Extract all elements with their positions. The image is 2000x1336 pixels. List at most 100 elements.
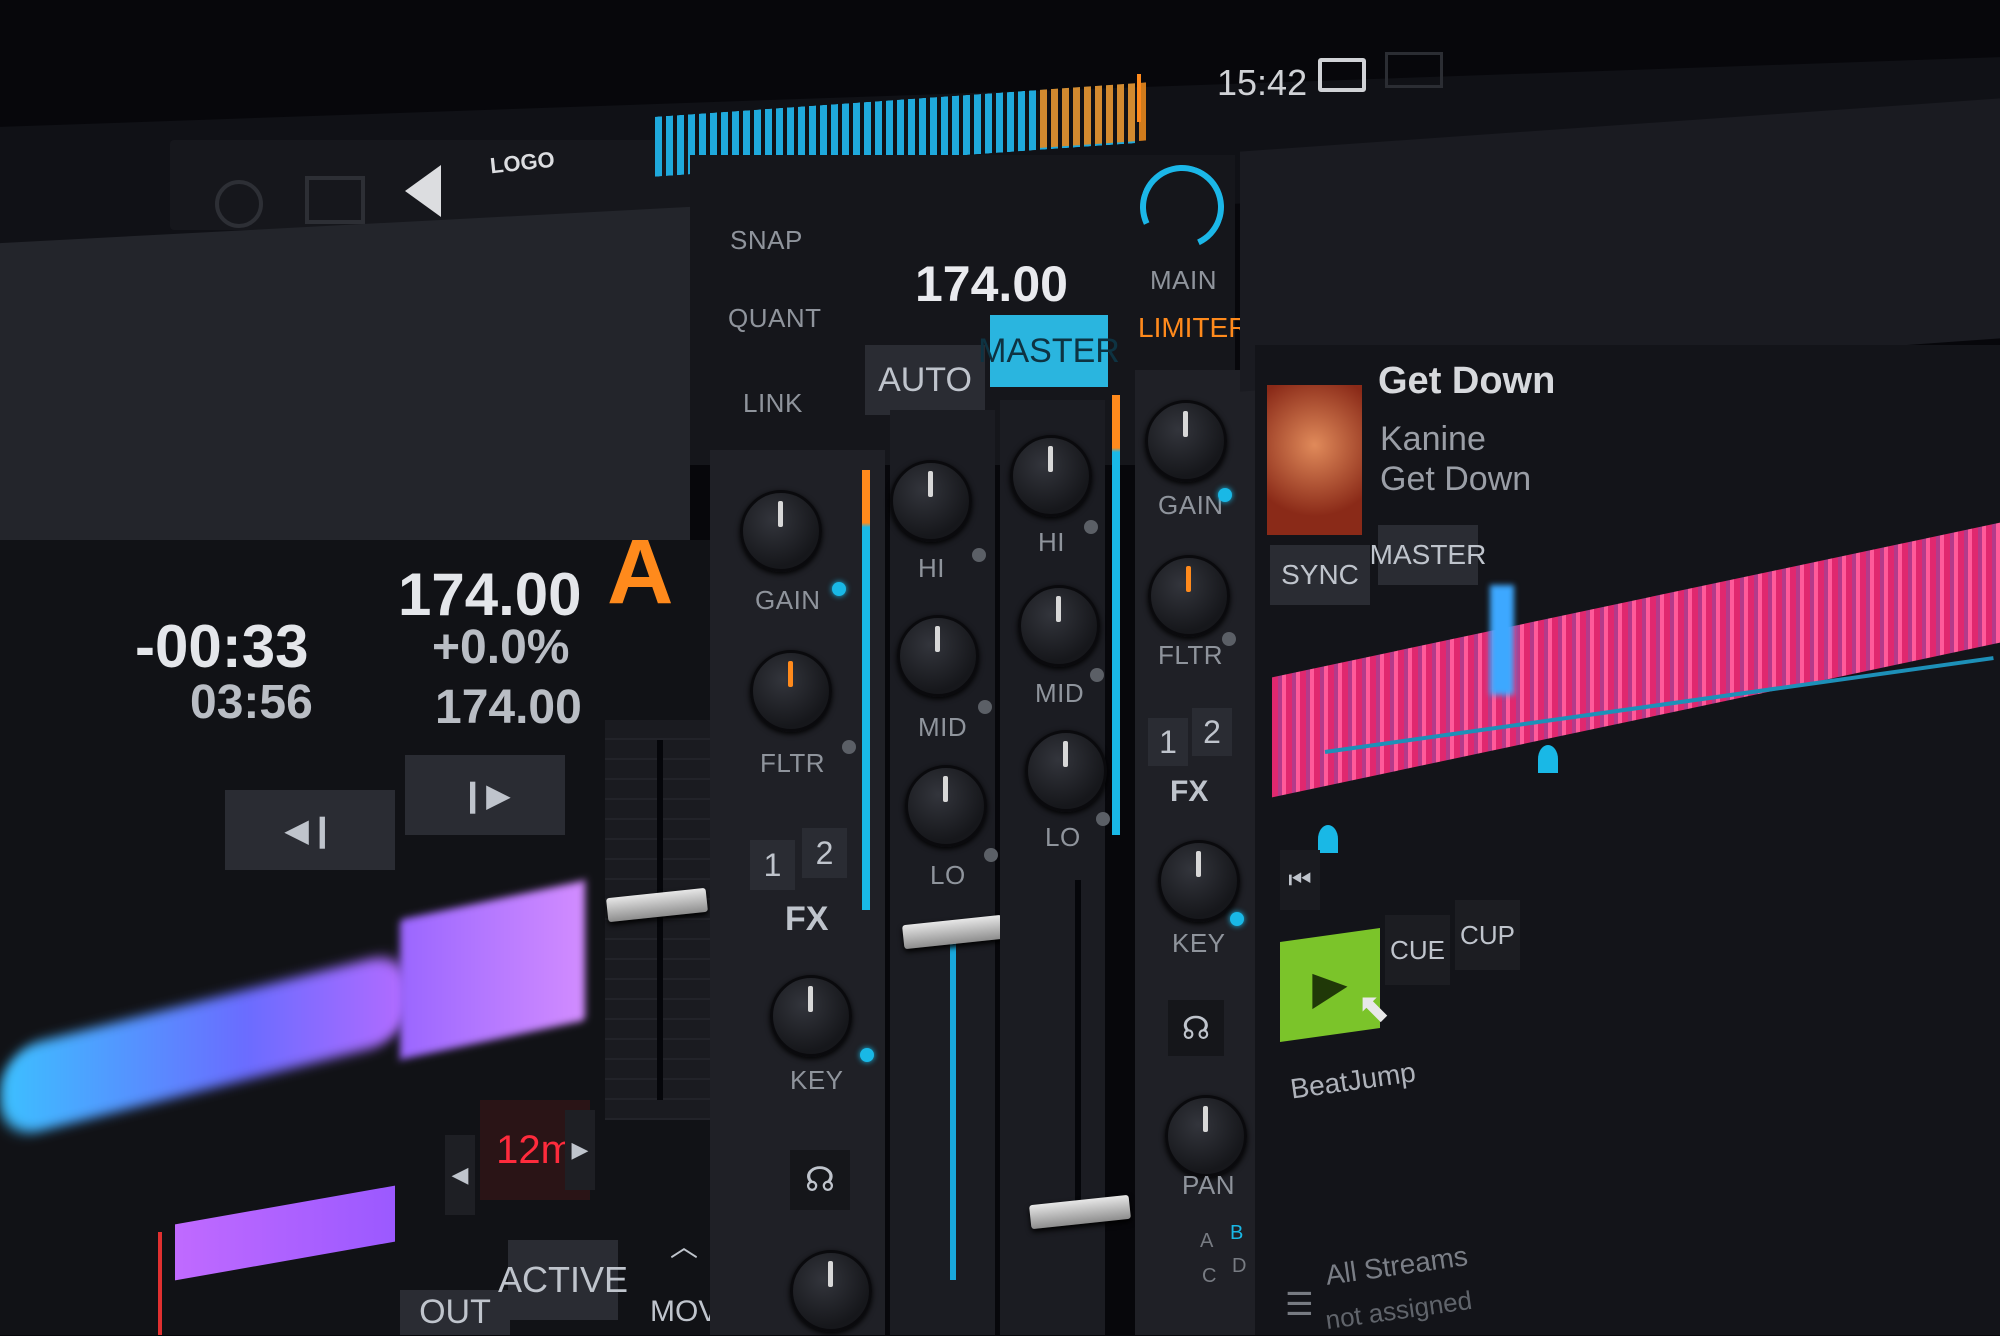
eq-a-lo-dot — [984, 848, 998, 862]
channel-a-volume-track — [950, 940, 956, 1280]
channel-b-gain-dot — [1218, 488, 1232, 502]
deck-b-sync-label: SYNC — [1281, 559, 1359, 590]
channel-a-gain-knob[interactable] — [740, 490, 822, 572]
play-icon: ▶ — [1312, 956, 1348, 1014]
channel-b-level-meter — [1112, 395, 1120, 835]
deck-a-tempo-track — [657, 740, 663, 1100]
eq-a-hi-dot — [972, 548, 986, 562]
eq-b-mid-knob[interactable] — [1018, 585, 1100, 667]
eq-b-hi-label: HI — [1038, 527, 1065, 557]
channel-b-cue-button[interactable]: ☊ — [1168, 1000, 1224, 1056]
channel-a-key-dot — [860, 1048, 874, 1062]
channel-a-pan-knob[interactable] — [790, 1250, 872, 1332]
channel-b-key-dot — [1230, 912, 1244, 926]
key-prev-icon: ◀ — [451, 1162, 469, 1187]
channel-a-key-label: KEY — [790, 1065, 844, 1095]
eq-b-lo-dot — [1096, 812, 1110, 826]
tempo-bend-down-icon: ◀❙ — [284, 812, 336, 848]
main-label: MAIN — [1150, 265, 1217, 295]
auto-label: AUTO — [878, 360, 972, 399]
channel-b-filter-label[interactable]: FLTR — [1158, 640, 1223, 671]
loop-active-button[interactable]: ACTIVE — [498, 1240, 628, 1320]
channel-b-gain-knob[interactable] — [1145, 400, 1227, 482]
tempo-bend-down-button[interactable]: ◀❙ — [225, 790, 395, 870]
deck-a-pitch: +0.0% — [432, 621, 570, 674]
eq-a-lo-knob[interactable] — [905, 765, 987, 847]
channel-a-gain-label: GAIN — [755, 585, 821, 615]
eq-a-mid-label: MID — [918, 712, 968, 742]
clock: 15:42 — [1217, 62, 1308, 103]
key-next-button[interactable]: ▶ — [565, 1110, 595, 1190]
audio-icon[interactable] — [405, 165, 441, 217]
channel-a-fx2-button[interactable]: 2 — [802, 828, 847, 878]
deck-b-sync-button[interactable]: SYNC — [1270, 545, 1370, 605]
master-tempo-label: MASTER — [978, 331, 1120, 370]
link-toggle[interactable]: LINK — [743, 388, 803, 419]
deck-b-cup-label: CUP — [1460, 919, 1515, 950]
deck-a-total-time: 03:56 — [190, 676, 313, 729]
channel-a-filter-label[interactable]: FLTR — [760, 748, 825, 779]
key-next-icon: ▶ — [571, 1137, 589, 1162]
snap-toggle[interactable]: SNAP — [730, 225, 803, 256]
channel-b-fx1-button[interactable]: 1 — [1148, 718, 1188, 766]
channel-b-filter-knob[interactable] — [1148, 555, 1230, 637]
auto-button[interactable]: AUTO — [865, 345, 985, 415]
channel-a-fx1-button[interactable]: 1 — [750, 840, 795, 890]
eq-a-mid-dot — [978, 700, 992, 714]
channel-b-pan-knob[interactable] — [1165, 1095, 1247, 1177]
key-prev-button[interactable]: ◀ — [445, 1135, 475, 1215]
quant-toggle[interactable]: QUANT — [728, 303, 822, 334]
eq-b-lo-knob[interactable] — [1025, 730, 1107, 812]
preferences-icon[interactable] — [215, 180, 263, 228]
deck-b-master-label: MASTER — [1369, 539, 1487, 570]
deck-b-deck-letter-a[interactable]: A — [1200, 1230, 1213, 1253]
channel-b-key-label: KEY — [1172, 928, 1226, 958]
channel-b-key-knob[interactable] — [1158, 840, 1240, 922]
deck-b-cue-marker-2 — [1538, 745, 1558, 773]
deck-b-cup-button[interactable]: CUP — [1455, 900, 1520, 970]
layout-icon[interactable] — [305, 176, 365, 224]
deck-b-jump-start-button[interactable]: ⏮ — [1280, 850, 1320, 910]
eq-b-lo-label: LO — [1045, 822, 1081, 852]
loop-out-button[interactable]: OUT — [400, 1290, 510, 1335]
battery-icon — [1318, 58, 1366, 92]
deck-b-panel — [1255, 345, 2000, 1335]
headphones-icon: ☊ — [1181, 1010, 1211, 1046]
deck-b-deck-letter-c[interactable]: C — [1202, 1265, 1216, 1288]
channel-b-gain-label: GAIN — [1158, 490, 1224, 520]
channel-b-fx2-button[interactable]: 2 — [1192, 708, 1232, 756]
master-tempo[interactable]: 174.00 — [915, 255, 1068, 313]
channel-a-fx1-label: 1 — [763, 846, 782, 883]
channel-a-level-meter — [862, 470, 870, 910]
deck-b-cue-button[interactable]: CUE — [1385, 915, 1450, 985]
deck-b-deck-letter-d[interactable]: D — [1232, 1255, 1246, 1278]
master-level-peak — [1040, 82, 1150, 148]
master-tempo-button[interactable]: MASTER — [978, 315, 1120, 387]
eq-b-hi-knob[interactable] — [1010, 435, 1092, 517]
cpu-meter — [1385, 52, 1443, 88]
channel-a-filter-dot — [842, 740, 856, 754]
deck-a-key-value: 12m — [496, 1127, 574, 1172]
eq-a-mid-knob[interactable] — [897, 615, 979, 697]
eq-b-mid-label: MID — [1035, 678, 1085, 708]
channel-b-pan-label: PAN — [1182, 1170, 1236, 1200]
channel-a-cue-button[interactable]: ☊ — [790, 1150, 850, 1210]
deck-b-cue-label: CUE — [1390, 934, 1445, 965]
channel-a-fx-label: FX — [785, 900, 829, 938]
channel-a-key-knob[interactable] — [770, 975, 852, 1057]
deck-b-deck-letter-b[interactable]: B — [1230, 1222, 1243, 1245]
limiter-indicator: LIMITER — [1138, 312, 1249, 343]
tempo-bend-up-button[interactable]: ❙▶ — [405, 755, 565, 835]
deck-b-master-button[interactable]: MASTER — [1370, 525, 1486, 585]
channel-a-filter-knob[interactable] — [750, 650, 832, 732]
deck-b-album: Get Down — [1380, 460, 1532, 498]
move-collapse-icon[interactable]: ︿ — [670, 1225, 698, 1265]
deck-b-title: Get Down — [1378, 360, 1556, 402]
eq-a-lo-label: LO — [930, 860, 966, 890]
browser-list-icon[interactable]: ☰ — [1285, 1285, 1314, 1323]
headphones-icon: ☊ — [804, 1161, 836, 1199]
channel-a-gain-dot — [832, 582, 846, 596]
loop-active-label: ACTIVE — [497, 1259, 629, 1300]
eq-a-hi-knob[interactable] — [890, 460, 972, 542]
deck-a-bpm: 174.00 — [398, 561, 582, 628]
